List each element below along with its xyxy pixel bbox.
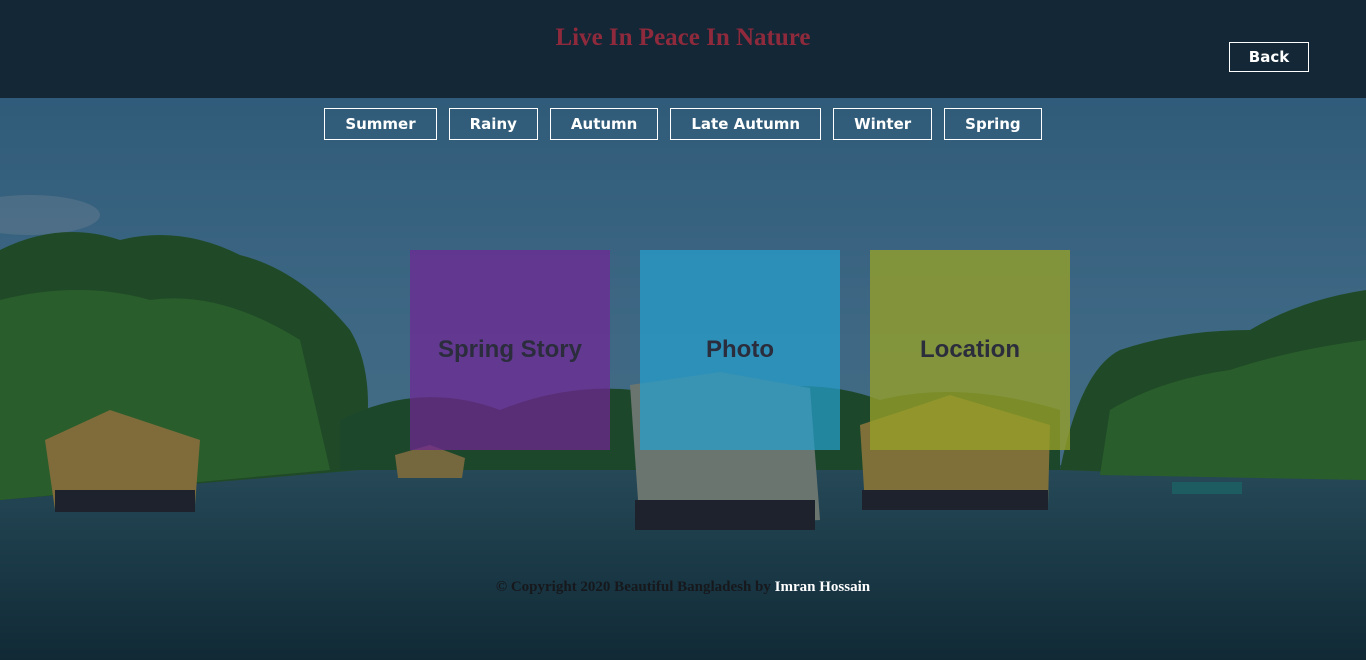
author-name: Imran Hossain: [774, 579, 871, 595]
back-button[interactable]: Back: [1229, 42, 1309, 72]
season-button-summer[interactable]: Summer: [324, 108, 437, 140]
location-card[interactable]: Location: [870, 250, 1070, 450]
season-nav: Summer Rainy Autumn Late Autumn Winter S…: [0, 108, 1366, 140]
site-header: Live In Peace In Nature Back: [0, 0, 1366, 98]
season-button-late-autumn[interactable]: Late Autumn: [670, 108, 822, 140]
season-button-rainy[interactable]: Rainy: [448, 108, 538, 140]
page-title: Live In Peace In Nature: [555, 24, 811, 51]
copyright-text: © Copyright 2020 Beautiful Bangladesh by: [495, 579, 771, 595]
content-cards: Spring Story Photo Location: [410, 250, 1070, 450]
spring-story-card[interactable]: Spring Story: [410, 250, 610, 450]
photo-card[interactable]: Photo: [640, 250, 840, 450]
season-button-winter[interactable]: Winter: [833, 108, 933, 140]
season-button-autumn[interactable]: Autumn: [549, 108, 659, 140]
footer: © Copyright 2020 Beautiful Bangladesh by…: [0, 579, 1366, 596]
season-button-spring[interactable]: Spring: [944, 108, 1042, 140]
